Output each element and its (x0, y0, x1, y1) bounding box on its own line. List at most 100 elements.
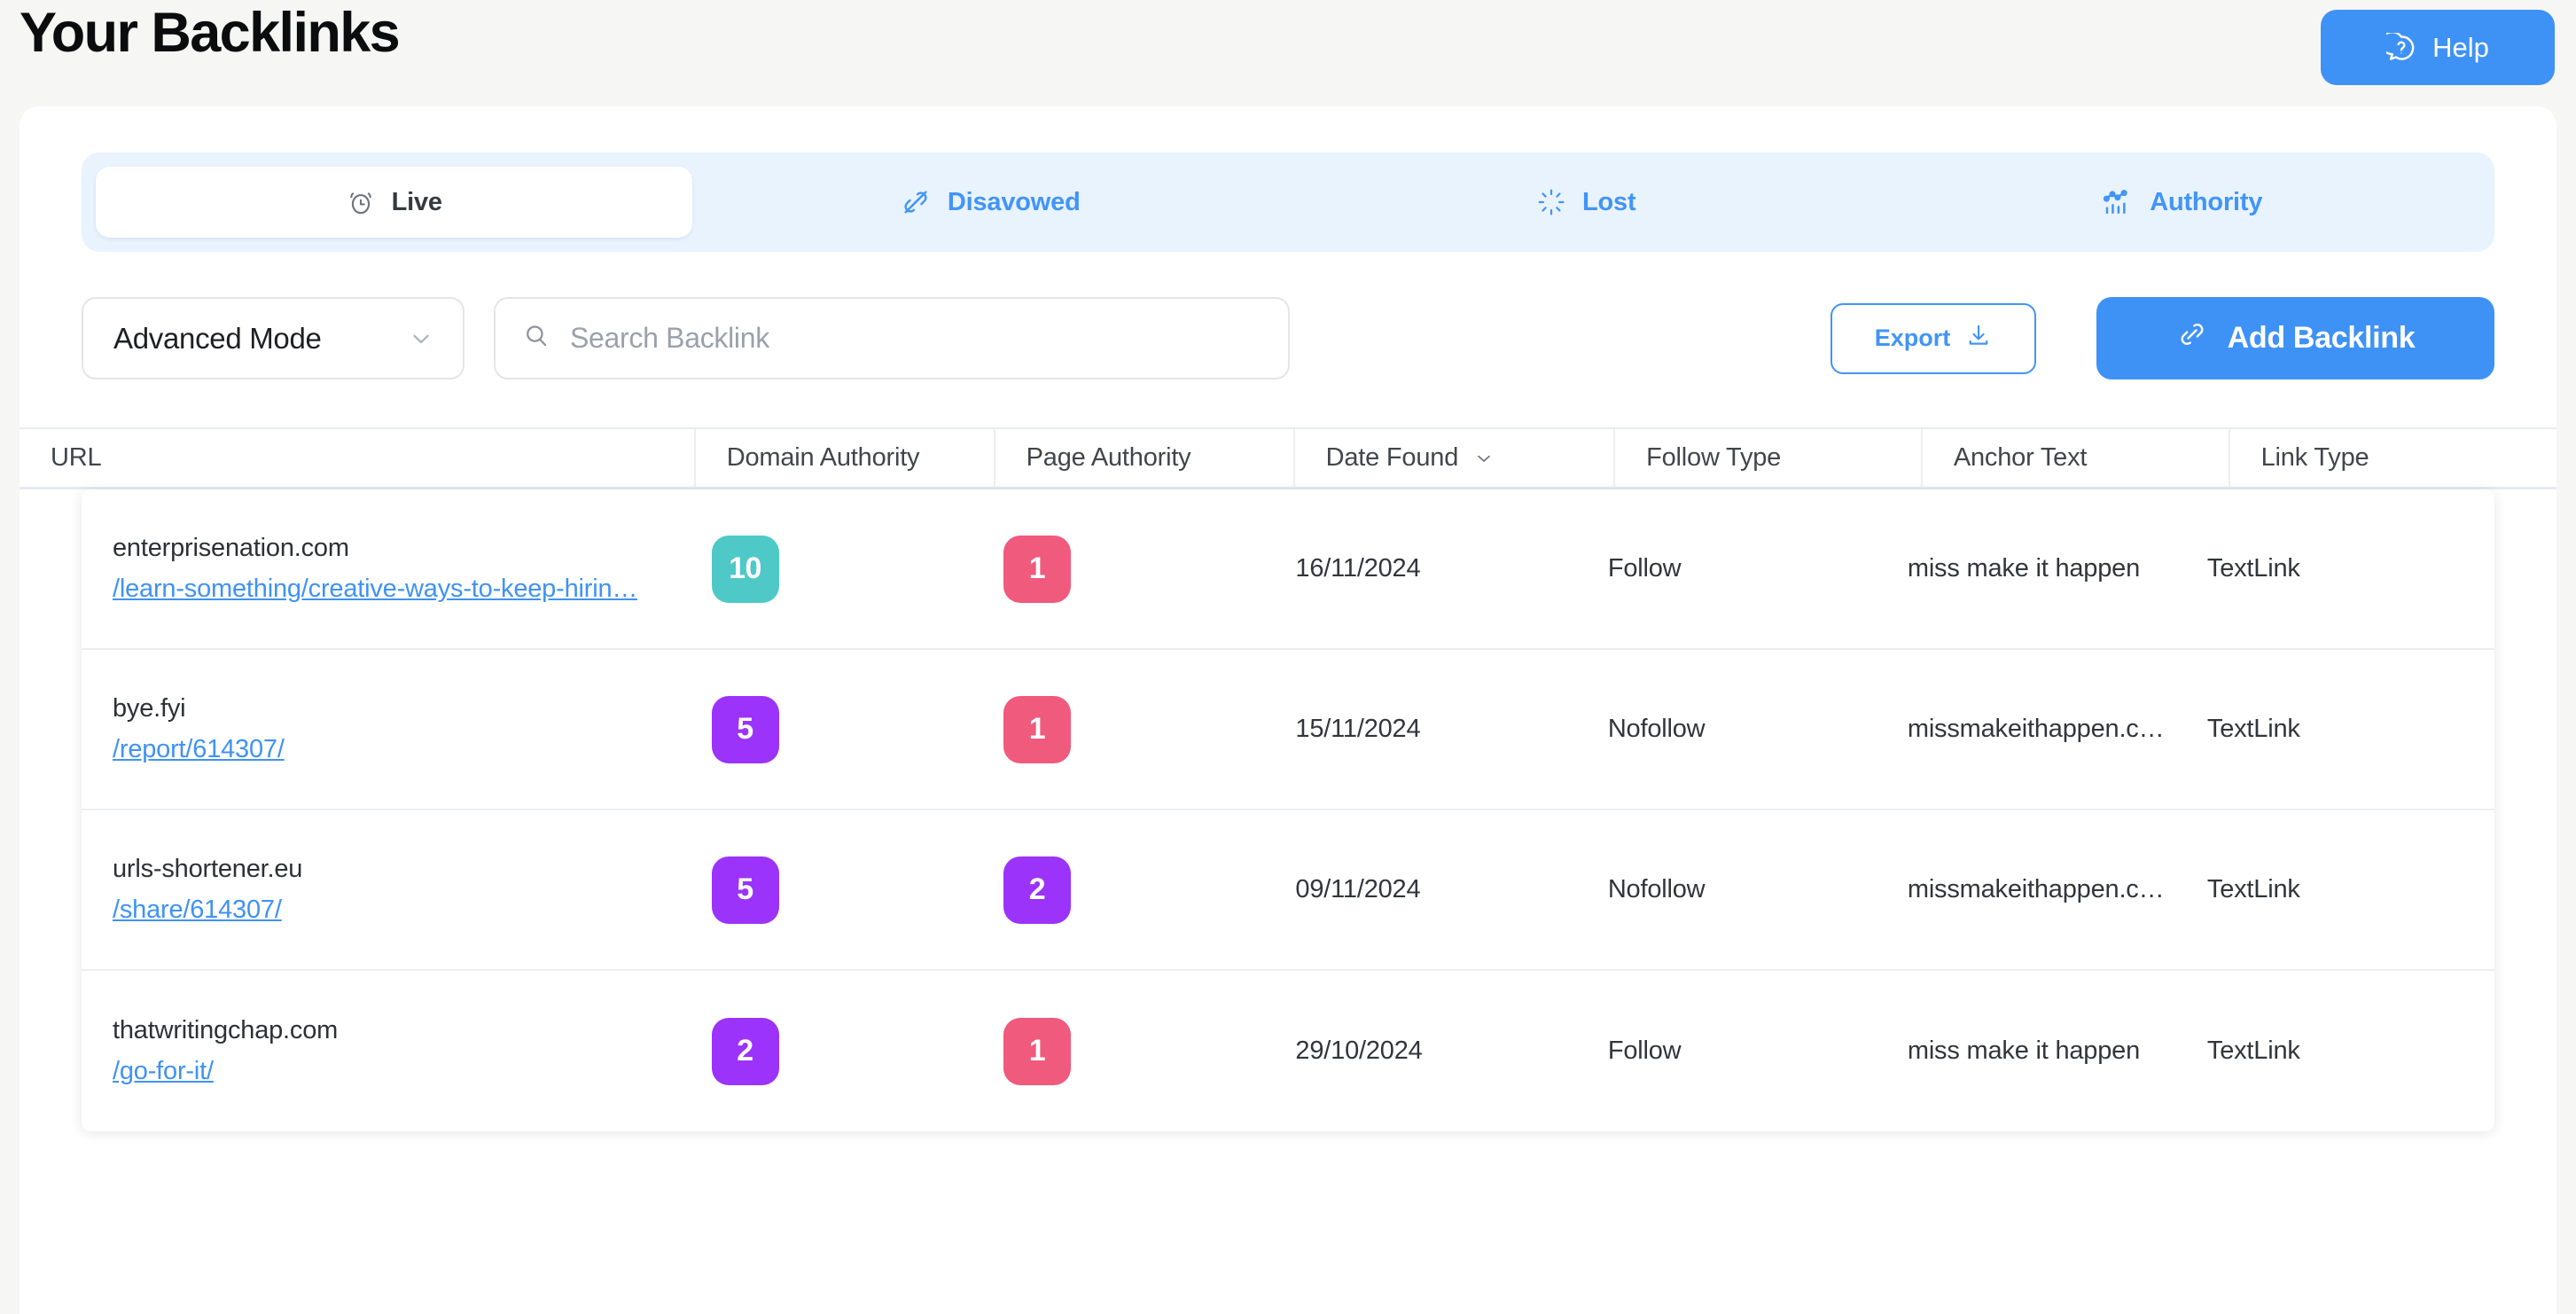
column-header-page-authority-label: Page Authority (1026, 443, 1191, 472)
tab-live-label: Live (391, 187, 442, 216)
cell-url: urls-shortener.eu /share/614307/ (82, 810, 681, 969)
cell-page-authority: 1 (972, 971, 1264, 1131)
url-domain: bye.fyi (113, 694, 186, 723)
column-header-link-type[interactable]: Link Type (2230, 429, 2556, 487)
domain-authority-badge: 10 (711, 535, 779, 603)
page-authority-badge: 1 (1003, 535, 1071, 603)
column-header-domain-authority-label: Domain Authority (726, 443, 920, 472)
add-backlink-button[interactable]: Add Backlink (2096, 297, 2494, 379)
url-path-link[interactable]: /share/614307/ (113, 896, 282, 925)
url-domain: urls-shortener.eu (113, 855, 303, 883)
cell-anchor-text: missmakeithappen.c… (1877, 650, 2176, 809)
cell-domain-authority: 5 (681, 810, 972, 969)
column-header-date-found-label: Date Found (1325, 443, 1459, 472)
mode-select-value: Advanced Mode (113, 321, 322, 355)
mode-select[interactable]: Advanced Mode (82, 297, 464, 379)
table-header-row: URL Domain Authority Page Authority Date… (20, 427, 2556, 489)
tab-lost[interactable]: Lost (1288, 167, 1885, 238)
cell-date-found: 15/11/2024 (1295, 715, 1421, 743)
page-header: Your Backlinks Help (0, 0, 2576, 106)
cell-follow-type: Follow (1607, 554, 1682, 583)
cell-url: thatwritingchap.com /go-for-it/ (82, 971, 681, 1131)
url-path-link[interactable]: /go-for-it/ (113, 1057, 214, 1086)
help-button[interactable]: Help (2321, 10, 2555, 85)
anchor-text-value: miss make it happen (1907, 1036, 2141, 1065)
anchor-text-value: missmakeithappen.c… (1907, 715, 2165, 743)
broken-link-icon (900, 186, 932, 218)
cell-link-type: TextLink (2206, 1036, 2300, 1065)
tab-live[interactable]: Live (96, 167, 692, 238)
search-input[interactable] (570, 322, 1261, 355)
cell-page-authority: 2 (972, 810, 1264, 969)
cell-link-type: TextLink (2206, 875, 2300, 903)
tab-disavowed-label: Disavowed (947, 187, 1081, 216)
table-row[interactable]: bye.fyi /report/614307/ 5 1 15/11/2024 N… (82, 650, 2494, 810)
column-header-url-label: URL (51, 443, 102, 472)
url-path-link[interactable]: /learn-something/creative-ways-to-keep-h… (113, 575, 637, 604)
cell-anchor-text: miss make it happen (1877, 489, 2176, 648)
page-title: Your Backlinks (20, 2, 401, 64)
page-authority-badge: 1 (1003, 1017, 1071, 1085)
cell-domain-authority: 5 (681, 650, 972, 809)
column-header-url[interactable]: URL (20, 429, 696, 487)
column-header-link-type-label: Link Type (2260, 443, 2369, 472)
cell-follow-type: Nofollow (1607, 715, 1706, 743)
sunburst-icon (1536, 187, 1566, 217)
cell-follow-type: Follow (1607, 1036, 1682, 1065)
cell-anchor-text: miss make it happen (1877, 971, 2176, 1131)
cell-page-authority: 1 (972, 489, 1264, 648)
domain-authority-badge: 5 (711, 856, 779, 924)
backlinks-table: URL Domain Authority Page Authority Date… (20, 427, 2556, 1131)
column-header-page-authority[interactable]: Page Authority (995, 429, 1295, 487)
tabs: Live Disavowed Lost Authority (82, 153, 2494, 252)
table-row[interactable]: urls-shortener.eu /share/614307/ 5 2 09/… (82, 810, 2494, 971)
cell-date-found: 09/11/2024 (1295, 875, 1421, 903)
cell-domain-authority: 2 (681, 971, 972, 1131)
question-speech-bubble-icon (2386, 32, 2416, 63)
anchor-text-value: miss make it happen (1907, 554, 2141, 583)
cell-page-authority: 1 (972, 650, 1264, 809)
chevron-down-icon (408, 325, 434, 352)
export-button-label: Export (1874, 325, 1951, 351)
column-header-anchor-text[interactable]: Anchor Text (1923, 429, 2230, 487)
tab-authority[interactable]: Authority (1885, 167, 2481, 238)
column-header-domain-authority[interactable]: Domain Authority (696, 429, 995, 487)
alarm-clock-icon (346, 187, 376, 217)
search-box[interactable] (494, 297, 1290, 379)
chevron-down-icon[interactable] (1472, 447, 1495, 470)
add-backlink-label: Add Backlink (2227, 321, 2416, 355)
cell-anchor-text: missmakeithappen.c… (1877, 810, 2176, 969)
line-chart-icon (2102, 186, 2134, 218)
table-row[interactable]: thatwritingchap.com /go-for-it/ 2 1 29/1… (82, 971, 2494, 1131)
cell-link-type: TextLink (2206, 715, 2300, 743)
export-button[interactable]: Export (1831, 302, 2036, 374)
cell-follow-type: Nofollow (1607, 875, 1706, 903)
tab-authority-label: Authority (2150, 187, 2263, 216)
link-icon (2176, 318, 2208, 358)
table-body-scroll[interactable]: enterprisenation.com /learn-something/cr… (20, 489, 2556, 1131)
help-button-label: Help (2432, 31, 2489, 63)
column-header-anchor-text-label: Anchor Text (1953, 443, 2088, 472)
content-card: Live Disavowed Lost Authority Advanced M… (20, 106, 2556, 1314)
domain-authority-badge: 2 (711, 1017, 779, 1085)
search-icon (522, 322, 550, 355)
url-path-link[interactable]: /report/614307/ (113, 735, 285, 764)
table-body: enterprisenation.com /learn-something/cr… (82, 489, 2494, 1131)
tabs-container: Live Disavowed Lost Authority (20, 106, 2556, 252)
cell-url: bye.fyi /report/614307/ (82, 650, 681, 809)
toolbar: Advanced Mode Export (20, 252, 2556, 379)
tab-disavowed[interactable]: Disavowed (692, 167, 1289, 238)
column-header-date-found[interactable]: Date Found (1295, 429, 1616, 487)
domain-authority-badge: 5 (711, 695, 779, 763)
cell-domain-authority: 10 (681, 489, 972, 648)
anchor-text-value: missmakeithappen.c… (1907, 875, 2165, 903)
cell-url: enterprisenation.com /learn-something/cr… (82, 489, 681, 648)
page-authority-badge: 1 (1003, 695, 1071, 763)
column-header-follow-type[interactable]: Follow Type (1615, 429, 1923, 487)
tab-lost-label: Lost (1582, 187, 1636, 216)
cell-date-found: 29/10/2024 (1295, 1036, 1423, 1065)
cell-link-type: TextLink (2206, 554, 2300, 583)
download-icon (1965, 322, 1992, 355)
table-row[interactable]: enterprisenation.com /learn-something/cr… (82, 489, 2494, 650)
page-authority-badge: 2 (1003, 856, 1071, 924)
